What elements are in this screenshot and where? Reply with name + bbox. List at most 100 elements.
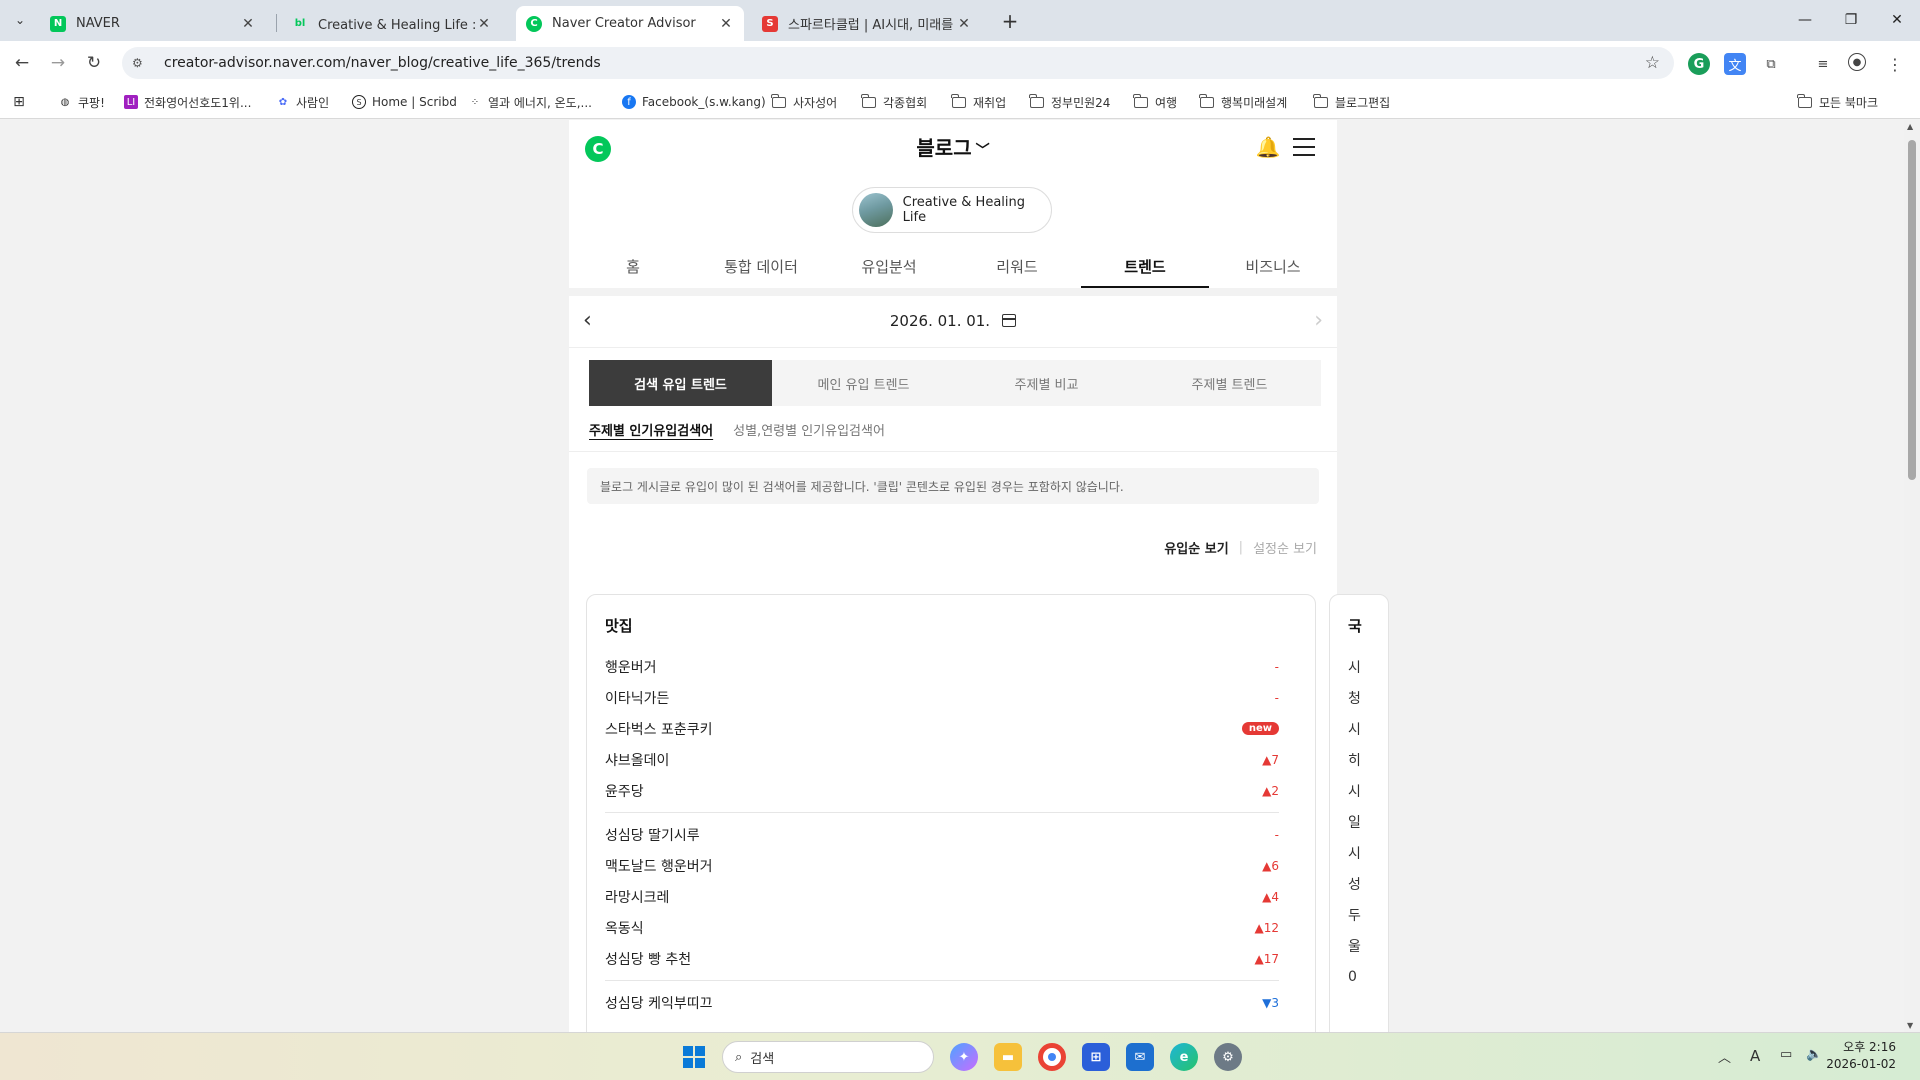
mail-icon[interactable]: ✉ <box>1126 1043 1154 1071</box>
profile-avatar-icon[interactable]: ● <box>1848 53 1866 71</box>
keyword-term: 옥동식 <box>605 920 644 937</box>
tab-inflow-analysis[interactable]: 유입분석 <box>825 250 953 288</box>
blog-avatar <box>859 193 893 227</box>
bookmark-folder-associations[interactable]: 각종협회 <box>861 93 927 111</box>
copilot-icon[interactable]: ✦ <box>950 1043 978 1071</box>
reload-icon[interactable]: ↻ <box>80 49 108 77</box>
keyword-row[interactable]: 옥동식 ▲12 <box>605 912 1279 943</box>
forward-arrow-icon[interactable]: → <box>44 49 72 77</box>
bookmark-folder-reemployment[interactable]: 재취업 <box>951 93 1006 111</box>
system-clock[interactable]: 오후 2:16 2026-01-02 <box>1826 1039 1896 1073</box>
all-bookmarks[interactable]: 모든 북마크 <box>1797 93 1878 111</box>
bookmark-coupang[interactable]: ◍ 쿠팡! <box>58 93 105 111</box>
keyword-row[interactable]: 윤주당 ▲2 <box>605 775 1279 806</box>
extensions-puzzle-icon[interactable]: ⧉ <box>1760 53 1782 75</box>
close-window-icon[interactable]: ✕ <box>1874 0 1920 40</box>
keyword-term-partial: 히 <box>1348 752 1361 769</box>
minimize-window-icon[interactable]: — <box>1782 0 1828 40</box>
close-tab-icon[interactable]: ✕ <box>956 16 972 32</box>
settings-gear-icon[interactable]: ⚙ <box>1214 1043 1242 1071</box>
segment-search-inflow[interactable]: 검색 유입 트렌드 <box>589 360 772 406</box>
keyword-row[interactable]: 성심당 케익부띠끄 ▼3 <box>605 987 1279 1018</box>
edge-icon[interactable]: e <box>1170 1043 1198 1071</box>
bookmark-folder-travel[interactable]: 여행 <box>1133 93 1177 111</box>
bookmark-folder-blog-edit[interactable]: 블로그편집 <box>1313 93 1391 111</box>
keyword-row[interactable]: 성심당 딸기시루 - <box>605 819 1279 850</box>
tab-home[interactable]: 홈 <box>569 250 697 288</box>
bookmark-folder-idioms[interactable]: 사자성어 <box>771 93 837 111</box>
browser-tab-naver[interactable]: N NAVER ✕ <box>40 6 266 41</box>
browser-tab-blog[interactable]: bl Creative & Healing Life : 네이버 ✕ <box>282 6 502 41</box>
windows-start-icon[interactable] <box>680 1043 708 1071</box>
back-arrow-icon[interactable]: ← <box>8 49 36 77</box>
keyword-term-partial: 시 <box>1348 783 1361 800</box>
bookmark-phone-english[interactable]: LI 전화영어선호도1위... <box>124 93 251 111</box>
subtab-gender-age-keywords[interactable]: 성별,연령별 인기유입검색어 <box>733 420 885 440</box>
new-tab-plus-icon[interactable]: + <box>996 8 1024 34</box>
page-scrollbar[interactable]: ▲ ▼ <box>1904 120 1920 1032</box>
scroll-down-arrow-icon[interactable]: ▼ <box>1907 1021 1913 1030</box>
sort-by-setting[interactable]: 설정순 보기 <box>1253 538 1317 557</box>
close-tab-icon[interactable]: ✕ <box>240 16 256 32</box>
file-explorer-icon[interactable]: ▬ <box>994 1043 1022 1071</box>
tab-trends[interactable]: 트렌드 <box>1081 250 1209 288</box>
close-tab-icon[interactable]: ✕ <box>476 16 492 32</box>
grammarly-extension-icon[interactable]: G <box>1688 53 1710 75</box>
keyword-row[interactable]: 라망시크레 ▲4 <box>605 881 1279 912</box>
media-queue-icon[interactable]: ≡ <box>1812 53 1834 75</box>
keyword-row[interactable]: 이타닉가든 - <box>605 682 1279 713</box>
apps-grid-icon[interactable]: ⊞ <box>12 93 32 111</box>
service-label: 블로그 <box>916 136 972 160</box>
keyword-row[interactable]: 스타벅스 포춘쿠키 new <box>605 713 1279 744</box>
taskbar-search[interactable]: ⌕ 검색 <box>722 1041 934 1073</box>
date-navigator: ‹ 2026. 01. 01. › <box>569 296 1337 348</box>
bookmark-facebook[interactable]: f Facebook_(s.w.kang) <box>622 93 766 111</box>
more-menu-icon[interactable]: ⋮ <box>1884 53 1906 75</box>
bookmark-folder-future-plan[interactable]: 행복미래설계 <box>1199 93 1287 111</box>
service-selector[interactable]: 블로그 ﹀ <box>569 132 1337 161</box>
tray-chevron-up-icon[interactable]: ︿ <box>1718 1047 1731 1066</box>
calendar-icon[interactable] <box>1002 314 1017 327</box>
scrollbar-thumb[interactable] <box>1908 140 1916 480</box>
segment-topic-compare[interactable]: 주제별 비교 <box>955 360 1138 406</box>
subtab-topic-popular-keywords[interactable]: 주제별 인기유입검색어 <box>589 420 713 440</box>
date-display[interactable]: 2026. 01. 01. <box>569 312 1337 330</box>
tab-reward[interactable]: 리워드 <box>953 250 1081 288</box>
keyword-row[interactable]: 행운버거 - <box>605 651 1279 682</box>
tab-business[interactable]: 비즈니스 <box>1209 250 1337 288</box>
notification-bell-icon[interactable]: 🔔 <box>1255 134 1281 160</box>
browser-tab-creator-advisor[interactable]: C Naver Creator Advisor ✕ <box>516 6 744 41</box>
browser-tab-sparta[interactable]: S 스파르타클럽 | AI시대, 미래를 ✕ <box>752 6 982 41</box>
hamburger-menu-icon[interactable] <box>1293 138 1315 156</box>
sort-by-inflow[interactable]: 유입순 보기 <box>1164 538 1228 557</box>
keyword-term: 맥도날드 행운버거 <box>605 858 713 875</box>
chrome-icon[interactable] <box>1038 1043 1066 1071</box>
tab-integrated-data[interactable]: 통합 데이터 <box>697 250 825 288</box>
keyword-row[interactable]: 샤브올데이 ▲7 <box>605 744 1279 775</box>
close-tab-icon[interactable]: ✕ <box>718 16 734 32</box>
volume-icon[interactable]: 🔈 <box>1806 1047 1822 1062</box>
bookmark-heat-energy[interactable]: ⁘ 열과 에너지, 온도,... <box>468 93 592 111</box>
next-date-chevron-icon[interactable]: › <box>1314 308 1323 333</box>
keyword-row[interactable]: 성심당 빵 추천 ▲17 <box>605 943 1279 974</box>
restore-window-icon[interactable]: ❐ <box>1828 0 1874 40</box>
microsoft-store-icon[interactable]: ⊞ <box>1082 1043 1110 1071</box>
bookmark-label: 블로그편집 <box>1335 95 1391 110</box>
blog-selector[interactable]: Creative & Healing Life <box>852 187 1052 233</box>
segment-main-inflow[interactable]: 메인 유입 트렌드 <box>772 360 955 406</box>
bookmark-folder-gov24[interactable]: 정부민원24 <box>1029 93 1110 111</box>
bookmark-label: 열과 에너지, 온도,... <box>488 95 592 110</box>
network-icon[interactable]: ▭ <box>1780 1047 1792 1062</box>
segment-topic-trend[interactable]: 주제별 트렌드 <box>1138 360 1321 406</box>
ime-icon[interactable]: A <box>1750 1047 1760 1065</box>
bookmark-scribd[interactable]: S Home | Scribd <box>352 93 457 111</box>
site-info-icon[interactable]: ⚙ <box>132 56 152 70</box>
address-bar[interactable]: ⚙ creator-advisor.naver.com/naver_blog/c… <box>122 47 1674 79</box>
scroll-up-arrow-icon[interactable]: ▲ <box>1907 122 1913 131</box>
bookmark-star-icon[interactable]: ☆ <box>1645 53 1660 73</box>
bookmark-saramin[interactable]: ✿ 사람인 <box>276 93 329 111</box>
keyword-row[interactable]: 맥도날드 행운버거 ▲6 <box>605 850 1279 881</box>
tab-search-chevron-icon[interactable]: ⌄ <box>8 8 32 32</box>
translate-extension-icon[interactable]: 文 <box>1724 53 1746 75</box>
main-tabs: 홈 통합 데이터 유입분석 리워드 트렌드 비즈니스 <box>569 250 1337 288</box>
